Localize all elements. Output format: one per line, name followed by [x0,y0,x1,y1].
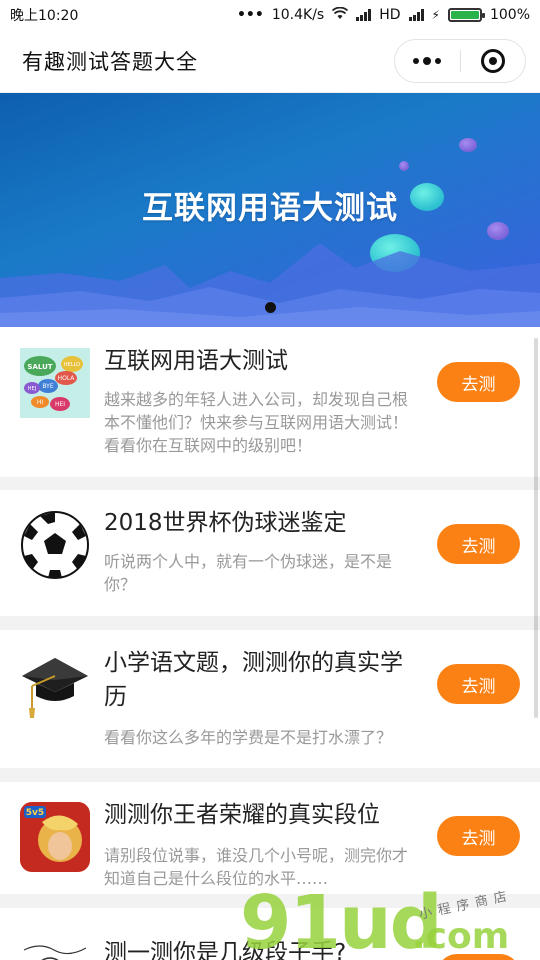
bubble-label: HI [37,399,44,406]
close-target-icon [480,49,505,73]
miniprogram-capsule [394,39,526,83]
page-title: 有趣测试答题大全 [22,50,198,74]
close-miniprogram-button[interactable] [461,40,526,82]
item-description: 看看你这么多年的学费是不是打水漂了？ [104,728,393,747]
item-title: 互联网用语大测试 [104,348,288,374]
scrollbar[interactable] [534,338,538,718]
item-description: 越来越多的年轻人进入公司，却发现自己根本不懂他们？快来参与互联网用语大测试！看看… [104,390,409,455]
start-test-button[interactable]: 去测 [437,524,520,564]
list-item[interactable]: 5v5 测测你王者荣耀的真实段位 请别段位说事，谁没几个小号呢，测完你才知道自己… [0,782,540,894]
soccer-ball-icon [20,510,90,580]
banner-title: 互联网用语大测试 [142,190,398,227]
network-speed: 10.4K/s [271,7,325,23]
start-test-button[interactable]: 去测 [437,664,520,704]
bubble-label: HOLA [58,375,76,382]
bubble-label: HEJ [28,386,36,392]
list-item[interactable]: SALUT HELLO HOLA BYE HEJ HI HEI 互联网用语大测试… [0,327,540,477]
network-type: HD [379,7,401,23]
battery-icon [447,8,485,22]
wifi-icon [332,6,349,24]
graduation-cap-icon [20,650,90,720]
doodle-icon [20,928,90,960]
bubble-label: SALUT [27,363,52,371]
app-badge-label: 5v5 [26,808,44,818]
start-test-button[interactable]: 去测 [437,816,520,856]
item-title: 2018世界杯伪球迷鉴定 [104,510,347,536]
carousel-indicator-dot[interactable] [265,302,276,313]
item-title: 测测你王者荣耀的真实段位 [104,802,380,828]
start-test-button[interactable]: 去测 [437,362,520,402]
status-time: 晚上10:20 [10,8,79,24]
item-description: 听说两个人中，就有一个伪球迷，是不是你？ [104,552,393,594]
watermark-logo-domain: .com [412,916,510,957]
bubble-label: BYE [42,383,53,390]
bubble-label: HELLO [64,362,80,368]
more-button[interactable] [395,40,460,82]
charging-icon: ⚡ [431,8,440,22]
item-title: 小学语文题，测测你的真实学历 [104,650,403,710]
notification-dots: ••• [236,7,264,23]
list-item[interactable]: 2018世界杯伪球迷鉴定 听说两个人中，就有一个伪球迷，是不是你？ 去测 [0,490,540,616]
more-icon [413,57,442,65]
status-indicators: ••• 10.4K/s HD ⚡ 100% [236,6,530,24]
list-item[interactable]: 小学语文题，测测你的真实学历 看看你这么多年的学费是不是打水漂了？ 去测 [0,630,540,768]
bubble-label: HEI [55,401,65,408]
banner-carousel[interactable]: 互联网用语大测试 [0,93,540,327]
nav-bar: 有趣测试答题大全 [0,30,540,92]
battery-level: 100% [489,7,530,23]
watermark-logo: 91ud [240,880,443,960]
status-bar: 晚上10:20 ••• 10.4K/s HD ⚡ 100% [0,0,540,30]
game-app-icon: 5v5 [20,802,90,872]
signal-icon-2 [408,9,424,21]
speech-bubbles-icon: SALUT HELLO HOLA BYE HEJ HI HEI [20,348,90,418]
signal-icon [356,9,372,21]
